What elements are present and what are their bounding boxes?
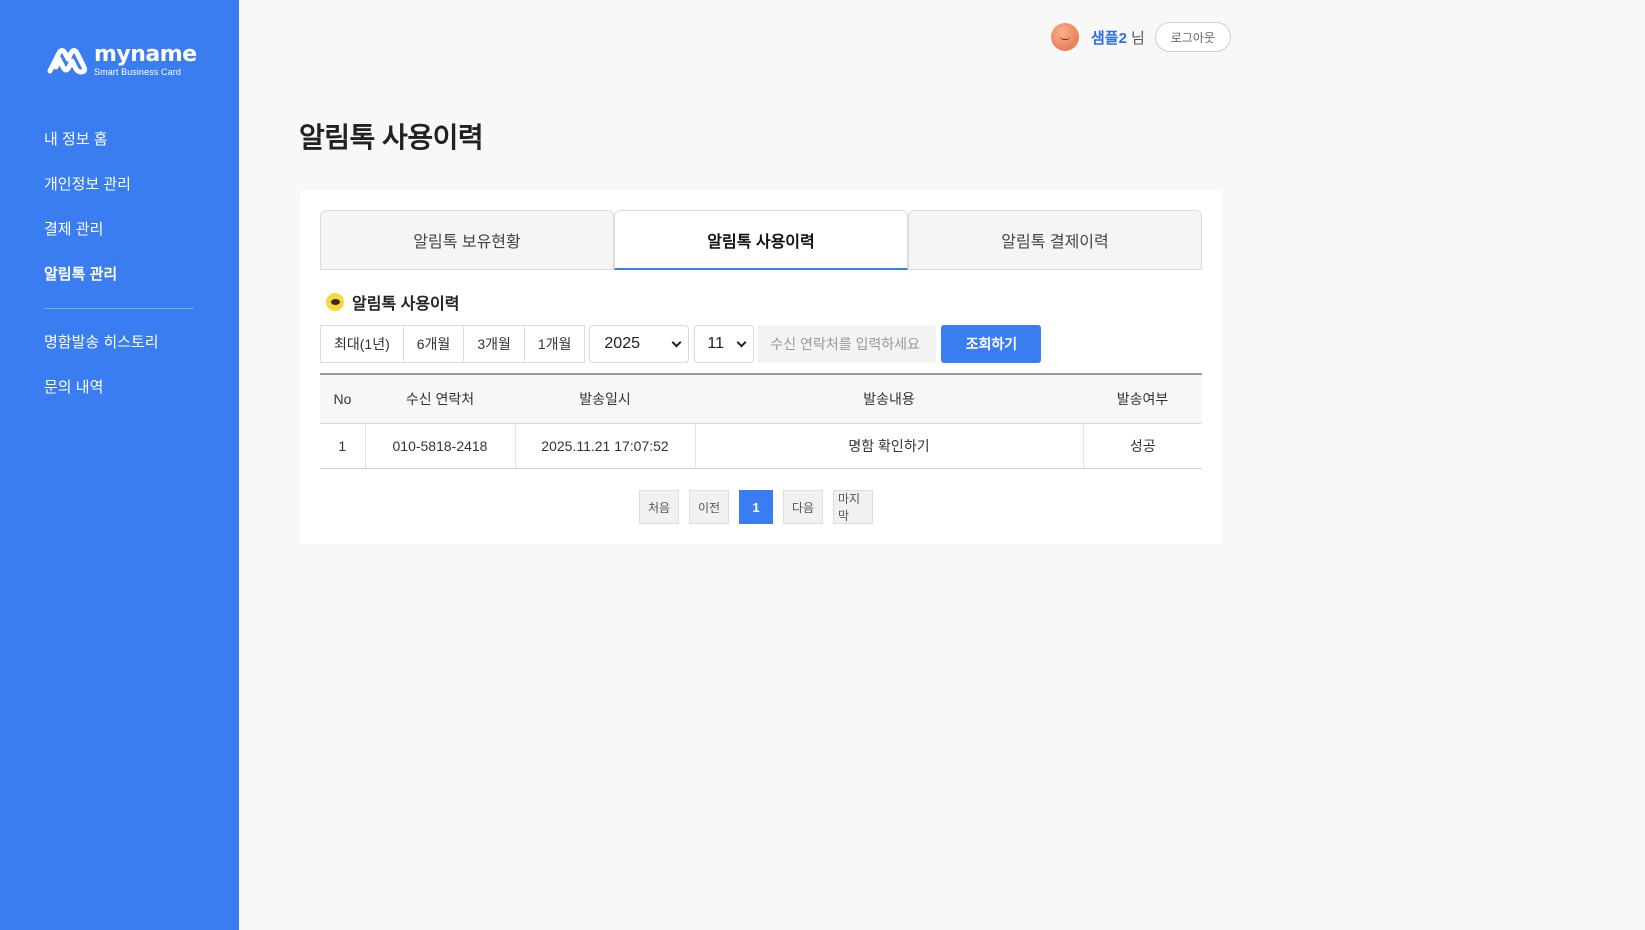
section-title: 알림톡 사용이력: [352, 296, 460, 313]
pagination: 처음 이전 1 다음 마지막: [639, 490, 873, 524]
sidebar-item-payment[interactable]: 결제 관리: [44, 218, 194, 263]
tab-bar: 알림톡 보유현황 알림톡 사용이력 알림톡 결제이력: [320, 210, 1202, 270]
column-header-sent-at: 발송일시: [579, 390, 631, 407]
filter-bar: 최대(1년) 6개월 3개월 1개월 2025 11 조회하기: [320, 325, 1042, 363]
recipient-search-input[interactable]: [758, 325, 937, 363]
chevron-down-icon: [671, 337, 682, 347]
logo[interactable]: myname Smart Business Card: [44, 44, 197, 77]
month-select-value: 11: [707, 335, 725, 352]
sidebar-item-personal-info[interactable]: 개인정보 관리: [44, 173, 194, 218]
content-card: 알림톡 보유현황 알림톡 사용이력 알림톡 결제이력 알림톡 사용이력 최대(1…: [300, 190, 1222, 544]
logo-name: myname: [94, 42, 197, 67]
sidebar-item-alimtalk[interactable]: 알림톡 관리: [44, 263, 194, 308]
sidebar-item-inquiries[interactable]: 문의 내역: [44, 376, 194, 421]
year-select[interactable]: 2025: [589, 325, 690, 363]
logout-button[interactable]: 로그아웃: [1154, 22, 1231, 52]
period-button-group: 최대(1년) 6개월 3개월 1개월: [320, 325, 586, 363]
table-header-row: No 수신 연락처 발송일시 발송내용 발송여부: [320, 374, 1202, 423]
logo-tagline: Smart Business Card: [94, 67, 181, 77]
tab-alimtalk-balance[interactable]: 알림톡 보유현황: [320, 210, 614, 270]
table-row: 1 010-5818-2418 2025.11.21 17:07:52 명함 확…: [320, 423, 1202, 468]
usage-history-table: No 수신 연락처 발송일시 발송내용 발송여부 1 010-5818-2418…: [320, 373, 1202, 469]
user-bar: 샘플2 님 로그아웃: [1051, 22, 1231, 52]
kakaotalk-icon: [326, 293, 344, 311]
month-select[interactable]: 11: [694, 325, 755, 363]
sidebar-item-my-home[interactable]: 내 정보 홈: [44, 128, 194, 173]
period-button-1month[interactable]: 1개월: [524, 326, 585, 362]
pagination-last-button[interactable]: 마지막: [833, 490, 873, 524]
period-button-1year[interactable]: 최대(1년): [321, 326, 404, 362]
sidebar-divider: [44, 308, 194, 309]
pagination-next-button[interactable]: 다음: [783, 490, 823, 524]
cell-recipient: 010-5818-2418: [365, 423, 516, 468]
section-header: 알림톡 사용이력: [326, 290, 460, 314]
cell-no: 1: [320, 423, 366, 468]
column-header-content: 발송내용: [863, 390, 915, 407]
cell-sent-at: 2025.11.21 17:07:52: [515, 423, 696, 468]
column-header-no: No: [333, 390, 352, 407]
cell-content: 명함 확인하기: [695, 423, 1084, 468]
pagination-page-button[interactable]: 1: [739, 490, 773, 524]
search-button[interactable]: 조회하기: [941, 325, 1042, 363]
tab-alimtalk-payment[interactable]: 알림톡 결제이력: [908, 210, 1202, 270]
myname-logo-icon: [47, 47, 88, 74]
period-button-3months[interactable]: 3개월: [464, 326, 525, 362]
cell-status: 성공: [1129, 437, 1156, 454]
pagination-prev-button[interactable]: 이전: [689, 490, 729, 524]
chevron-down-icon: [736, 337, 747, 347]
sidebar-item-card-history[interactable]: 명함발송 히스토리: [44, 331, 194, 376]
column-header-recipient: 수신 연락처: [405, 390, 475, 407]
tab-alimtalk-usage[interactable]: 알림톡 사용이력: [614, 210, 908, 270]
page-title: 알림톡 사용이력: [299, 122, 484, 153]
column-header-status: 발송여부: [1116, 390, 1169, 407]
year-select-value: 2025: [604, 335, 640, 352]
sidebar-nav: 내 정보 홈 개인정보 관리 결제 관리 알림톡 관리 명함발송 히스토리 문의…: [44, 128, 194, 421]
avatar: [1051, 23, 1079, 51]
user-name: 샘플2: [1091, 29, 1127, 47]
pagination-first-button[interactable]: 처음: [639, 490, 679, 524]
sidebar: myname Smart Business Card 내 정보 홈 개인정보 관…: [0, 0, 239, 930]
period-button-6months[interactable]: 6개월: [403, 326, 465, 362]
user-suffix: 님: [1130, 29, 1145, 47]
